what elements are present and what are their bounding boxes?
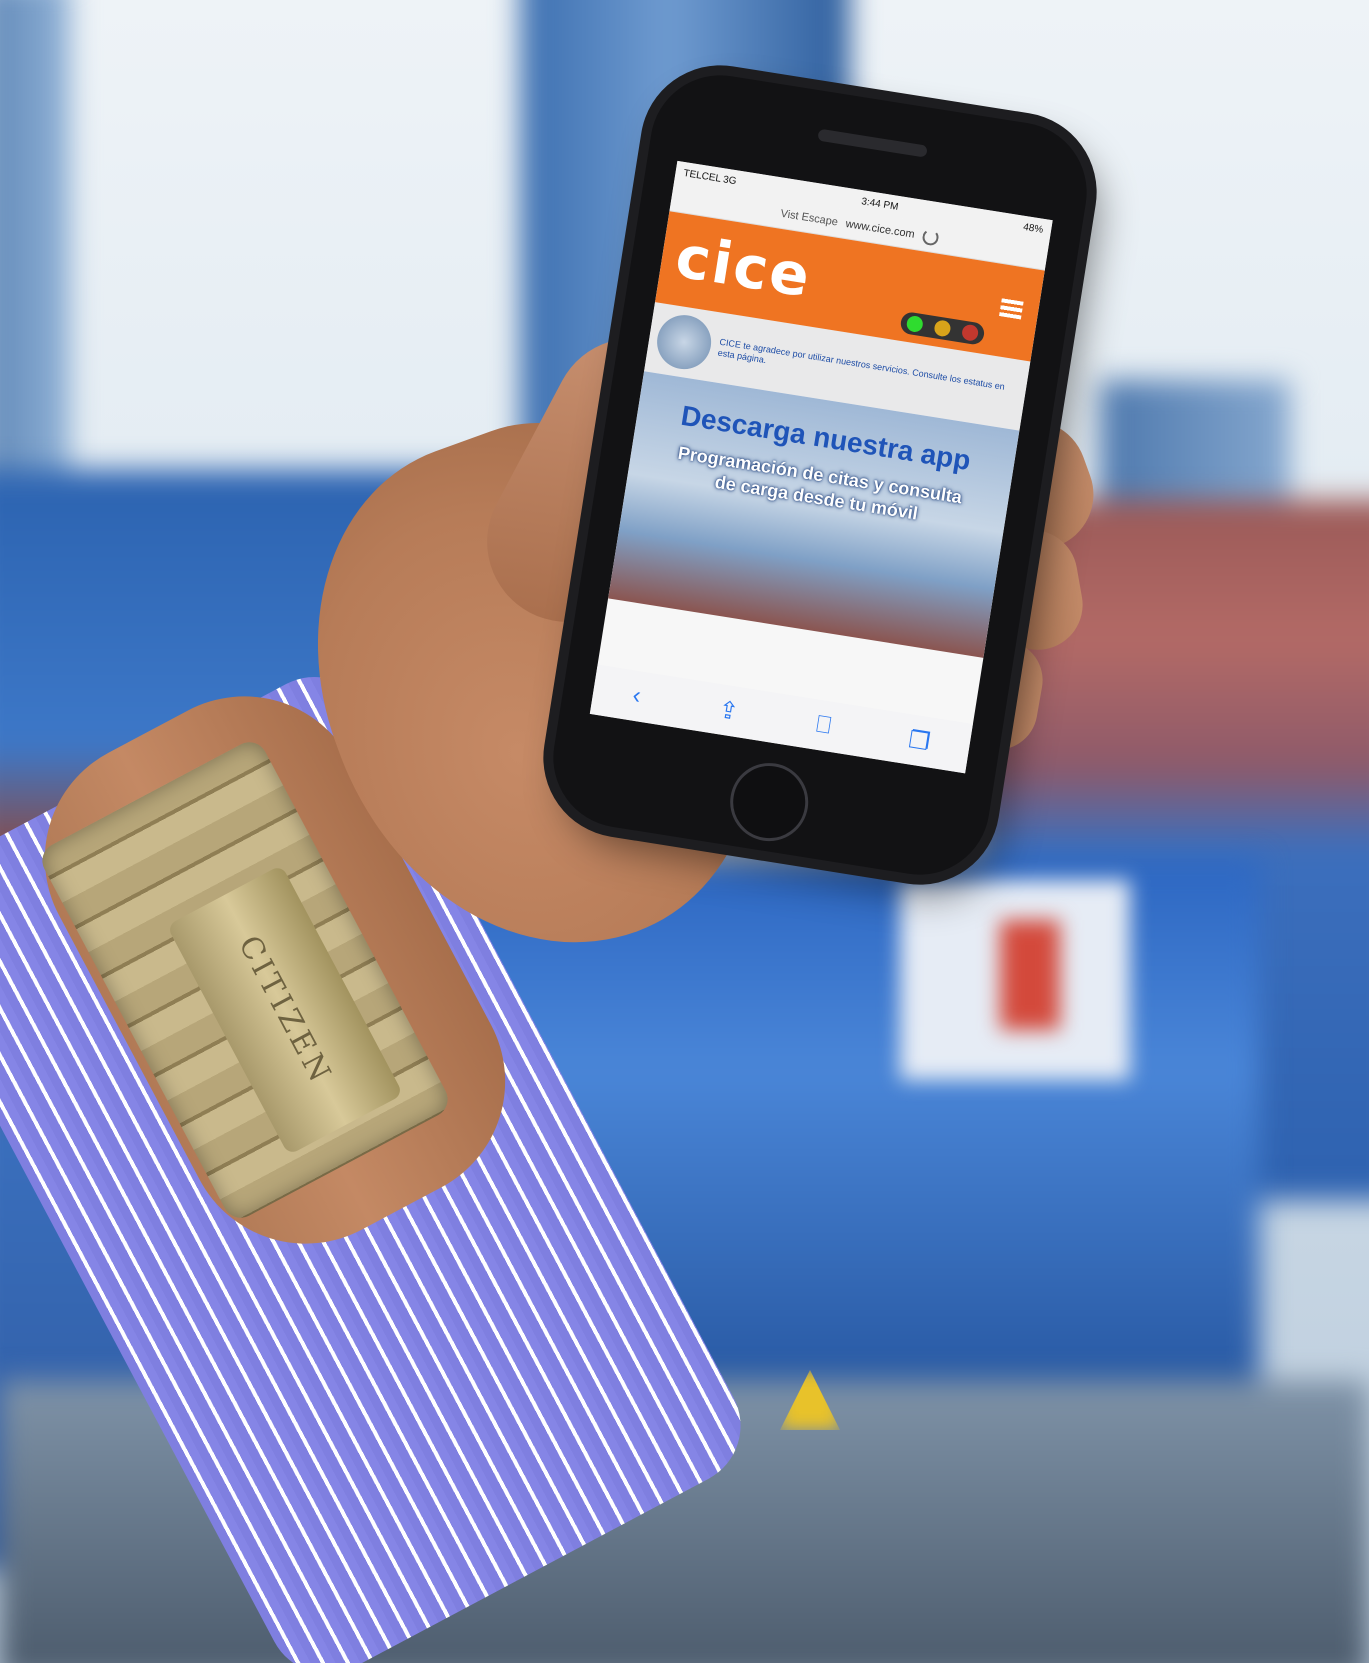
bookmarks-icon[interactable]: ⎕ (814, 711, 832, 741)
traffic-light-green (905, 314, 924, 334)
reload-icon[interactable] (921, 228, 940, 247)
reader-label: Vist Escape (779, 207, 839, 229)
back-chevron-icon[interactable]: ‹ (631, 682, 643, 711)
cice-sign-accent (1000, 920, 1060, 1030)
browser-toolbar: ‹ ⇪ ⎕ ❐ (589, 664, 973, 774)
battery-label: 48% (1022, 221, 1044, 236)
home-button[interactable] (724, 757, 814, 847)
traffic-light-red (960, 323, 980, 342)
clock-label: 3:44 PM (860, 195, 900, 213)
address-text[interactable]: www.cice.com (845, 218, 916, 241)
cice-logo[interactable]: cice (671, 222, 816, 310)
carrier-label: TELCEL 3G (682, 167, 738, 187)
phone-speaker (817, 128, 928, 158)
photo-scene: CITIZEN TELCEL 3G 3:44 PM 48% Vist Escap… (0, 0, 1369, 1663)
hamburger-menu-icon[interactable] (999, 298, 1024, 320)
phone-screen: TELCEL 3G 3:44 PM 48% Vist Escape www.ci… (589, 160, 1053, 774)
truck-thumbnail (653, 311, 716, 373)
watch-brand: CITIZEN (231, 929, 339, 1091)
share-icon[interactable]: ⇪ (716, 695, 740, 727)
tabs-icon[interactable]: ❐ (906, 725, 932, 757)
traffic-light-yellow (933, 319, 952, 338)
crane-left (0, 0, 70, 500)
traffic-light-status (899, 310, 986, 346)
